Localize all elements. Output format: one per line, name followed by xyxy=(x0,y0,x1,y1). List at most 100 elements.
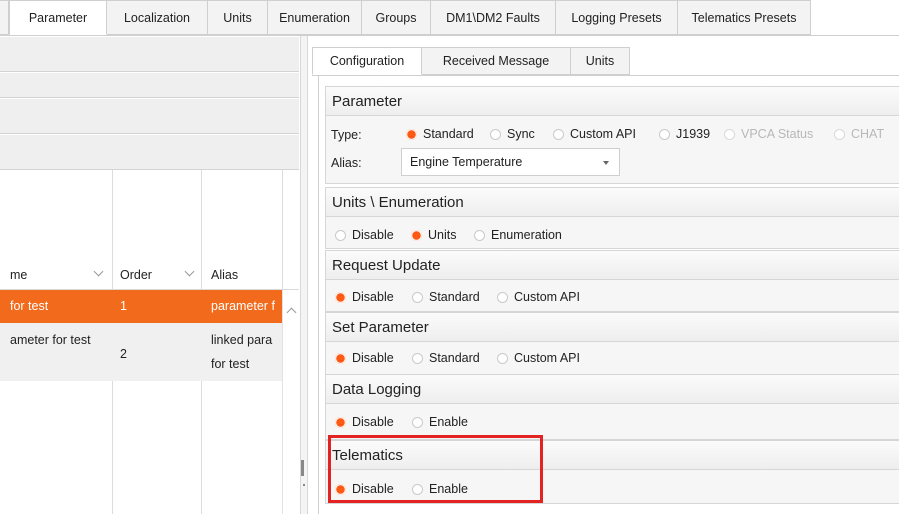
radio-units-disable[interactable]: Disable xyxy=(335,228,394,242)
radio-request-disable[interactable]: Disable xyxy=(335,290,394,304)
option-label: J1939 xyxy=(676,127,711,141)
tab-received-message[interactable]: Received Message xyxy=(422,47,571,75)
radio-selected-icon[interactable] xyxy=(335,291,346,303)
table-row[interactable]: ameter for test 2 linked para for test xyxy=(0,323,282,381)
radio-selected-icon[interactable] xyxy=(335,416,346,428)
option-label: VPCA Status xyxy=(741,127,814,141)
tab-units[interactable]: Units xyxy=(571,47,630,75)
grid-scrollbar[interactable] xyxy=(282,290,300,514)
column-header-alias[interactable]: Alias xyxy=(211,268,238,282)
radio-icon[interactable] xyxy=(497,291,508,303)
type-label: Type: xyxy=(331,128,362,142)
column-divider xyxy=(112,170,113,290)
radio-request-standard[interactable]: Standard xyxy=(412,290,480,304)
option-label: Disable xyxy=(352,351,394,365)
tab-parameter[interactable]: Parameter xyxy=(9,0,107,35)
option-label: Disable xyxy=(352,415,394,429)
column-divider xyxy=(282,170,283,290)
option-label: Custom API xyxy=(514,351,580,365)
radio-selected-icon[interactable] xyxy=(335,352,346,364)
cell-alias: parameter f xyxy=(211,299,275,313)
radio-type-j1939[interactable]: J1939 xyxy=(659,127,710,141)
telematics-highlight-box xyxy=(328,435,543,503)
table-row-selected[interactable]: for test 1 parameter f xyxy=(0,290,282,323)
alias-label: Alias: xyxy=(331,156,362,170)
option-label: Standard xyxy=(423,127,474,141)
radio-icon[interactable] xyxy=(335,229,346,241)
cell-alias: linked para xyxy=(211,333,273,347)
radio-type-custom-api[interactable]: Custom API xyxy=(553,127,636,141)
radio-icon[interactable] xyxy=(412,291,423,303)
radio-set-custom-api[interactable]: Custom API xyxy=(497,351,580,365)
radio-icon[interactable] xyxy=(412,352,423,364)
column-header-name[interactable]: me xyxy=(10,268,27,282)
config-tab-bar: Configuration Received Message Units xyxy=(312,47,630,75)
dropdown-arrow-icon[interactable] xyxy=(603,161,609,165)
option-label: Standard xyxy=(429,351,480,365)
radio-icon[interactable] xyxy=(490,128,501,140)
cell-order: 2 xyxy=(120,347,127,361)
alias-value: Engine Temperature xyxy=(410,155,523,169)
splitter-arrow-icon[interactable] xyxy=(303,484,305,486)
panel-splitter[interactable] xyxy=(300,36,308,514)
radio-selected-icon[interactable] xyxy=(411,229,422,241)
cell-alias-line2: for test xyxy=(211,357,250,371)
section-header-set-parameter: Set Parameter xyxy=(325,312,899,342)
tab-logging-presets[interactable]: Logging Presets xyxy=(556,0,678,35)
tab-edge xyxy=(0,0,9,35)
radio-type-chat: CHAT xyxy=(834,127,884,141)
radio-set-standard[interactable]: Standard xyxy=(412,351,480,365)
tab-configuration[interactable]: Configuration xyxy=(312,47,422,75)
section-header-units-enumeration: Units \ Enumeration xyxy=(325,187,899,217)
left-toolbar-2 xyxy=(0,72,299,98)
radio-units-enumeration[interactable]: Enumeration xyxy=(474,228,562,242)
alias-select[interactable]: Engine Temperature xyxy=(401,148,620,176)
radio-disabled-icon xyxy=(724,128,735,140)
column-header-order[interactable]: Order xyxy=(120,268,152,282)
option-label: CHAT xyxy=(851,127,885,141)
radio-logging-enable[interactable]: Enable xyxy=(412,415,468,429)
radio-logging-disable[interactable]: Disable xyxy=(335,415,394,429)
column-divider xyxy=(112,381,113,514)
radio-request-custom-api[interactable]: Custom API xyxy=(497,290,580,304)
option-label: Enumeration xyxy=(491,228,562,242)
tab-enumeration[interactable]: Enumeration xyxy=(268,0,362,35)
splitter-grip-icon[interactable] xyxy=(301,460,304,476)
section-header-request-update: Request Update xyxy=(325,250,899,280)
radio-icon[interactable] xyxy=(474,229,485,241)
cell-order: 1 xyxy=(120,299,127,313)
cell-name: ameter for test xyxy=(10,333,91,347)
radio-selected-icon[interactable] xyxy=(406,128,417,140)
left-toolbar-3 xyxy=(0,98,299,134)
option-label: Disable xyxy=(352,290,394,304)
option-label: Units xyxy=(428,228,457,242)
option-label: Standard xyxy=(429,290,480,304)
scroll-up-icon[interactable] xyxy=(286,307,297,318)
radio-icon[interactable] xyxy=(497,352,508,364)
option-label: Custom API xyxy=(514,290,580,304)
option-label: Enable xyxy=(429,415,468,429)
option-label: Custom API xyxy=(570,127,636,141)
radio-type-sync[interactable]: Sync xyxy=(490,127,535,141)
section-header-parameter: Parameter xyxy=(325,86,899,116)
radio-units-units[interactable]: Units xyxy=(411,228,456,242)
section-header-data-logging: Data Logging xyxy=(325,374,899,404)
tab-dm-faults[interactable]: DM1\DM2 Faults xyxy=(431,0,556,35)
cell-name: for test xyxy=(10,299,49,313)
radio-type-standard[interactable]: Standard xyxy=(406,127,474,141)
tab-telematics-presets[interactable]: Telematics Presets xyxy=(678,0,811,35)
option-label: Disable xyxy=(352,228,394,242)
left-toolbar-1 xyxy=(0,36,299,72)
top-tab-bar: Parameter Localization Units Enumeration… xyxy=(0,0,899,36)
radio-icon[interactable] xyxy=(412,416,423,428)
tab-localization[interactable]: Localization xyxy=(107,0,208,35)
radio-set-disable[interactable]: Disable xyxy=(335,351,394,365)
radio-icon[interactable] xyxy=(553,128,564,140)
radio-type-vpca-status: VPCA Status xyxy=(724,127,813,141)
option-label: Sync xyxy=(507,127,535,141)
tab-groups[interactable]: Groups xyxy=(362,0,431,35)
radio-icon[interactable] xyxy=(659,128,670,140)
radio-disabled-icon xyxy=(834,128,845,140)
column-divider xyxy=(201,381,202,514)
tab-units[interactable]: Units xyxy=(208,0,268,35)
